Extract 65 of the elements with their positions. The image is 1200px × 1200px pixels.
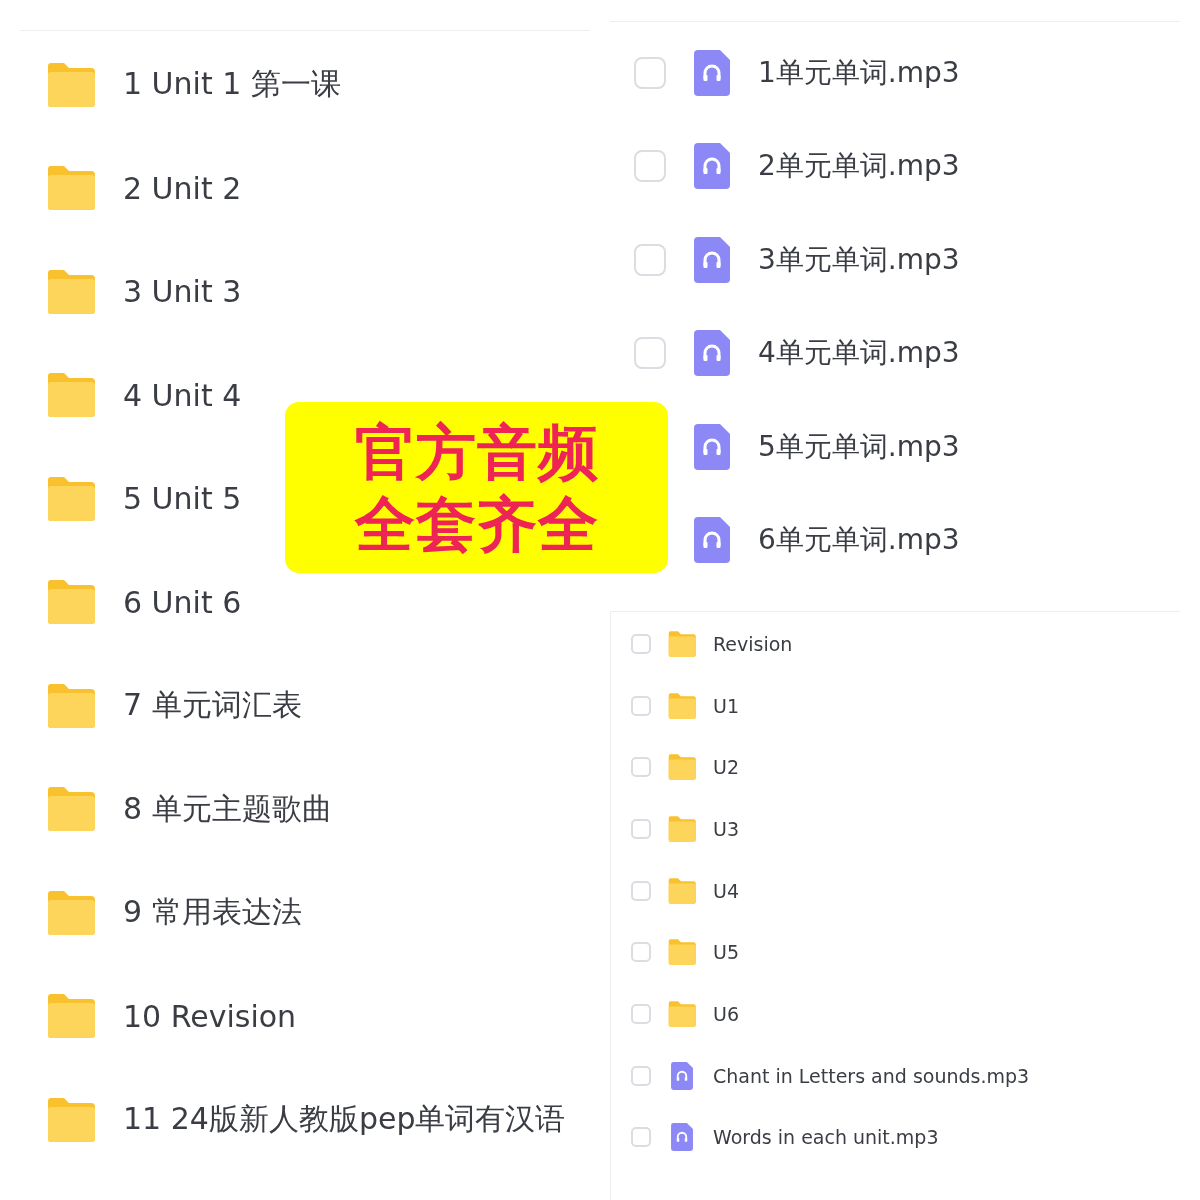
checkbox[interactable] — [634, 337, 666, 370]
checkbox[interactable] — [631, 1065, 651, 1086]
file-name[interactable]: 4单元单词.mp3 — [758, 334, 960, 373]
file-name[interactable]: 5单元单词.mp3 — [758, 427, 960, 466]
folder-name[interactable]: 8 单元主题歌曲 — [123, 788, 332, 830]
audio-file-icon — [694, 49, 730, 96]
folder-icon — [45, 993, 97, 1040]
checkbox[interactable] — [631, 1127, 651, 1148]
audio-file-icon — [694, 517, 730, 564]
folder-name[interactable]: 3 Unit 3 — [123, 274, 242, 310]
folder-icon — [45, 165, 97, 212]
file-name[interactable]: 2单元单词.mp3 — [758, 147, 960, 186]
folder-name[interactable]: 11 24版新人教版pep单词有汉语 — [123, 1099, 566, 1141]
file-name[interactable]: 6单元单词.mp3 — [758, 521, 960, 560]
checkbox[interactable] — [634, 243, 666, 276]
folder-name[interactable]: U3 — [713, 817, 739, 840]
folder-name[interactable]: 1 Unit 1 第一课 — [123, 64, 341, 106]
folder-icon — [45, 889, 97, 936]
checkbox[interactable] — [631, 818, 651, 839]
folder-name[interactable]: 10 Revision — [123, 998, 297, 1034]
folder-icon — [45, 786, 97, 833]
file-name[interactable]: Chant in Letters and sounds.mp3 — [713, 1064, 1030, 1087]
folder-name[interactable]: U5 — [713, 941, 739, 964]
folder-name[interactable]: 2 Unit 2 — [123, 170, 242, 206]
folder-icon — [45, 682, 97, 729]
folder-name[interactable]: 9 常用表达法 — [123, 892, 302, 934]
folder-icon — [45, 268, 97, 315]
file-name[interactable]: Words in each unit.mp3 — [713, 1126, 939, 1149]
audio-file-icon — [694, 143, 730, 190]
folder-icon — [45, 61, 97, 108]
checkbox[interactable] — [634, 150, 666, 183]
folder-icon — [667, 876, 697, 905]
file-name[interactable]: 3单元单词.mp3 — [758, 240, 960, 279]
folder-icon — [45, 579, 97, 626]
checkbox[interactable] — [631, 757, 651, 778]
audio-file-icon — [694, 423, 730, 470]
folder-name[interactable]: 6 Unit 6 — [123, 584, 242, 620]
checkbox[interactable] — [631, 695, 651, 716]
folder-name[interactable]: Revision — [713, 632, 793, 655]
checkbox[interactable] — [634, 56, 666, 89]
checkbox[interactable] — [631, 633, 651, 654]
folder-icon — [667, 629, 697, 658]
file-name[interactable]: 1单元单词.mp3 — [758, 53, 960, 92]
folder-name[interactable]: 4 Unit 4 — [123, 377, 242, 413]
folder-icon — [667, 938, 697, 967]
banner-text: 全套齐全 — [354, 493, 599, 554]
banner-text: 官方音频 — [354, 421, 599, 482]
folder-name[interactable]: 7 单元词汇表 — [123, 685, 302, 727]
folder-name[interactable]: U2 — [713, 756, 739, 779]
audio-file-icon — [694, 236, 730, 283]
folder-icon — [667, 814, 697, 843]
checkbox[interactable] — [631, 942, 651, 963]
folder-icon — [45, 1096, 97, 1143]
folder-name[interactable]: U4 — [713, 879, 739, 902]
audio-file-icon — [694, 330, 730, 377]
folder-icon — [667, 999, 697, 1028]
folder-icon — [45, 475, 97, 522]
folder-name[interactable]: U6 — [713, 1002, 739, 1025]
checkbox[interactable] — [631, 1003, 651, 1024]
folder-name[interactable]: 5 Unit 5 — [123, 481, 242, 517]
folder-name[interactable]: U1 — [713, 694, 739, 717]
folder-icon — [45, 372, 97, 419]
folder-icon — [667, 691, 697, 720]
checkbox[interactable] — [631, 880, 651, 901]
folder-icon — [667, 753, 697, 782]
